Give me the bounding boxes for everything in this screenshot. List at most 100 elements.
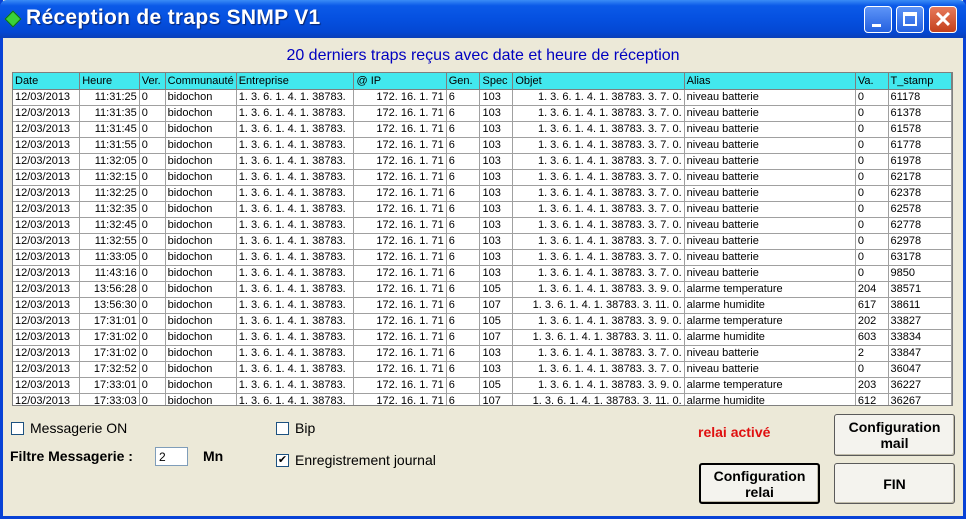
filtre-messagerie-input[interactable]: 2 bbox=[155, 447, 188, 466]
table-cell: 0 bbox=[139, 233, 166, 250]
table-cell: 1. 3. 6. 1. 4. 1. 38783. bbox=[236, 89, 355, 106]
table-row[interactable]: 12/03/2013 11:33:05 0 bidochon 1. 3. 6. 1. 4… bbox=[13, 249, 952, 266]
table-row[interactable]: 12/03/2013 17:33:01 0 bidochon 1. 3. 6. 1. 4… bbox=[13, 377, 952, 394]
table-row[interactable]: 12/03/2013 11:31:55 0 bidochon 1. 3. 6. 1. 4… bbox=[13, 137, 952, 154]
table-cell: 12/03/2013 bbox=[13, 297, 81, 314]
table-cell: 1. 3. 6. 1. 4. 1. 38783. bbox=[236, 217, 355, 234]
table-row[interactable]: 12/03/2013 11:32:25 0 bidochon 1. 3. 6. 1. 4… bbox=[13, 185, 952, 202]
table-cell: 1. 3. 6. 1. 4. 1. 38783. 3. 7. 0. bbox=[512, 169, 685, 186]
table-cell: bidochon bbox=[165, 297, 237, 314]
table-cell: 1. 3. 6. 1. 4. 1. 38783. 3. 7. 0. bbox=[512, 217, 685, 234]
table-cell: 12/03/2013 bbox=[13, 121, 81, 138]
table-header-row: Date Heure Ver. Communauté Entreprise @ IP Gen… bbox=[13, 73, 952, 90]
column-header[interactable]: Communauté bbox=[165, 73, 237, 90]
table-cell: 0 bbox=[855, 153, 889, 170]
table-cell: 0 bbox=[139, 217, 166, 234]
traps-table-container[interactable]: Date Heure Ver. Communauté Entreprise @ IP Gen… bbox=[12, 72, 953, 406]
table-cell: bidochon bbox=[165, 185, 237, 202]
table-cell: niveau batterie bbox=[684, 249, 856, 266]
maximize-button[interactable] bbox=[896, 6, 924, 33]
configuration-mail-button[interactable]: Configuration mail bbox=[834, 414, 955, 456]
table-row[interactable]: 12/03/2013 11:32:45 0 bidochon 1. 3. 6. 1. 4… bbox=[13, 217, 952, 234]
table-cell: 172. 16. 1. 71 bbox=[353, 345, 447, 362]
table-cell: 0 bbox=[139, 89, 166, 106]
table-row[interactable]: 12/03/2013 17:33:03 0 bidochon 1. 3. 6. 1. 4… bbox=[13, 393, 952, 405]
table-cell: 203 bbox=[855, 377, 889, 394]
column-header[interactable]: Va. bbox=[855, 73, 889, 90]
table-cell: 103 bbox=[479, 137, 514, 154]
messagerie-on-checkbox[interactable]: Messagerie ON bbox=[11, 420, 127, 436]
column-header[interactable]: Gen. bbox=[446, 73, 481, 90]
table-cell: 6 bbox=[446, 297, 481, 314]
configuration-relai-button[interactable]: Configuration relai bbox=[699, 463, 820, 504]
table-cell: 12/03/2013 bbox=[13, 361, 81, 378]
column-header[interactable]: Heure bbox=[79, 73, 140, 90]
table-cell: 61778 bbox=[888, 137, 952, 154]
close-button[interactable]: ✕ bbox=[929, 6, 957, 33]
table-row[interactable]: 12/03/2013 13:56:28 0 bidochon 1. 3. 6. 1. 4… bbox=[13, 281, 952, 298]
table-row[interactable]: 12/03/2013 11:32:55 0 bidochon 1. 3. 6. 1. 4… bbox=[13, 233, 952, 250]
table-row[interactable]: 12/03/2013 17:31:02 0 bidochon 1. 3. 6. 1. 4… bbox=[13, 345, 952, 362]
table-cell: 12/03/2013 bbox=[13, 281, 81, 298]
table-row[interactable]: 12/03/2013 11:31:35 0 bidochon 1. 3. 6. 1. 4… bbox=[13, 105, 952, 122]
table-row[interactable]: 12/03/2013 13:56:30 0 bidochon 1. 3. 6. 1. 4… bbox=[13, 297, 952, 314]
enregistrement-journal-checkbox[interactable]: ✔ Enregistrement journal bbox=[276, 452, 436, 468]
checkbox-box[interactable] bbox=[11, 421, 24, 435]
table-row[interactable]: 12/03/2013 17:31:02 0 bidochon 1. 3. 6. 1. 4… bbox=[13, 329, 952, 346]
bip-checkbox[interactable]: Bip bbox=[276, 420, 315, 436]
table-row[interactable]: 12/03/2013 17:31:01 0 bidochon 1. 3. 6. 1. 4… bbox=[13, 313, 952, 330]
table-cell: bidochon bbox=[165, 121, 237, 138]
table-cell: 1. 3. 6. 1. 4. 1. 38783. 3. 7. 0. bbox=[512, 201, 685, 218]
table-row[interactable]: 12/03/2013 11:32:05 0 bidochon 1. 3. 6. 1. 4… bbox=[13, 153, 952, 170]
table-cell: 0 bbox=[139, 249, 166, 266]
column-header[interactable]: Objet bbox=[512, 73, 685, 90]
table-cell: 6 bbox=[446, 329, 481, 346]
column-header[interactable]: Spec bbox=[479, 73, 514, 90]
table-cell: 103 bbox=[479, 153, 514, 170]
table-row[interactable]: 12/03/2013 11:31:45 0 bidochon 1. 3. 6. 1. 4… bbox=[13, 121, 952, 138]
table-cell: 6 bbox=[446, 233, 481, 250]
table-cell: 0 bbox=[855, 169, 889, 186]
table-cell: 0 bbox=[139, 393, 166, 405]
column-header[interactable]: T_stamp bbox=[888, 73, 952, 90]
table-cell: 103 bbox=[479, 185, 514, 202]
table-cell: 12/03/2013 bbox=[13, 153, 81, 170]
table-cell: 1. 3. 6. 1. 4. 1. 38783. bbox=[236, 329, 355, 346]
table-row[interactable]: 12/03/2013 11:43:16 0 bidochon 1. 3. 6. 1. 4… bbox=[13, 265, 952, 282]
table-row[interactable]: 12/03/2013 11:32:15 0 bidochon 1. 3. 6. 1. 4… bbox=[13, 169, 952, 186]
table-cell: 12/03/2013 bbox=[13, 233, 81, 250]
table-row[interactable]: 12/03/2013 17:32:52 0 bidochon 1. 3. 6. 1. 4… bbox=[13, 361, 952, 378]
table-cell: alarme temperature bbox=[684, 313, 856, 330]
checkbox-box[interactable]: ✔ bbox=[276, 453, 289, 467]
table-row[interactable]: 12/03/2013 11:31:25 0 bidochon 1. 3. 6. 1. 4… bbox=[13, 89, 952, 106]
column-header[interactable]: Alias bbox=[684, 73, 856, 90]
table-cell: 0 bbox=[855, 361, 889, 378]
table-row[interactable]: 12/03/2013 11:32:35 0 bidochon 1. 3. 6. 1. 4… bbox=[13, 201, 952, 218]
table-cell: 12/03/2013 bbox=[13, 313, 81, 330]
table-cell: 172. 16. 1. 71 bbox=[353, 185, 447, 202]
table-cell: 0 bbox=[855, 185, 889, 202]
column-header[interactable]: Entreprise bbox=[236, 73, 355, 90]
table-cell: 1. 3. 6. 1. 4. 1. 38783. 3. 11. 0. bbox=[512, 297, 685, 314]
table-cell: 105 bbox=[479, 281, 514, 298]
table-cell: 0 bbox=[139, 105, 166, 122]
table-cell: 1. 3. 6. 1. 4. 1. 38783. bbox=[236, 361, 355, 378]
column-header[interactable]: Date bbox=[13, 73, 81, 90]
table-cell: 103 bbox=[479, 233, 514, 250]
table-cell: 1. 3. 6. 1. 4. 1. 38783. bbox=[236, 393, 355, 405]
minimize-button[interactable] bbox=[864, 6, 892, 33]
table-cell: 172. 16. 1. 71 bbox=[353, 329, 447, 346]
table-cell: 0 bbox=[139, 185, 166, 202]
table-cell: 62378 bbox=[888, 185, 952, 202]
checkbox-box[interactable] bbox=[276, 421, 289, 435]
table-cell: 1. 3. 6. 1. 4. 1. 38783. bbox=[236, 313, 355, 330]
table-cell: 62778 bbox=[888, 217, 952, 234]
table-cell: 1. 3. 6. 1. 4. 1. 38783. 3. 7. 0. bbox=[512, 153, 685, 170]
title-bar[interactable]: Réception de traps SNMP V1 ✕ bbox=[0, 0, 966, 38]
table-body: 12/03/2013 11:31:25 0 bidochon 1. 3. 6. 1. 4… bbox=[13, 89, 952, 405]
table-cell: 1. 3. 6. 1. 4. 1. 38783. bbox=[236, 345, 355, 362]
column-header[interactable]: @ IP bbox=[353, 73, 447, 90]
fin-button[interactable]: FIN bbox=[834, 463, 955, 504]
column-header[interactable]: Ver. bbox=[139, 73, 166, 90]
table-cell: 0 bbox=[855, 121, 889, 138]
